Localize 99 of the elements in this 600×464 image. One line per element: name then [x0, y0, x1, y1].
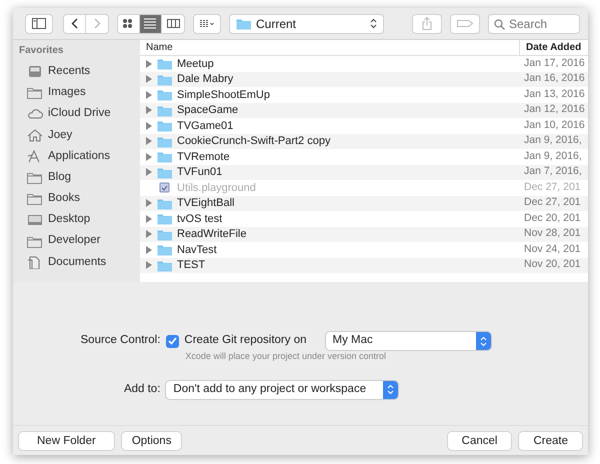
folder-icon [157, 166, 172, 179]
folder-icon [236, 17, 251, 30]
desktop-icon [27, 213, 43, 226]
updown-icon [370, 18, 377, 29]
caret-icon [210, 22, 214, 26]
date-cell-text: Jan 13, 2016 [523, 86, 586, 102]
column-header[interactable]: Date Added [520, 40, 588, 55]
file-name[interactable]: TVRemote [177, 148, 230, 165]
source-control-label: Source Control: [80, 333, 160, 348]
date-cell-text: Jan 16, 2016 [523, 71, 586, 86]
folder-icon [157, 119, 172, 132]
file-name[interactable]: NavTest [177, 242, 217, 258]
folder-icon [157, 72, 172, 86]
sidebar-item[interactable]: Applications [19, 146, 140, 167]
date-cell-text: Jan 17, 2016 [523, 56, 586, 71]
view-mode-button[interactable] [140, 14, 162, 32]
folder-icon [27, 234, 43, 248]
playground-file-icon [157, 181, 172, 194]
grid-icon [122, 18, 135, 29]
folder-icon [27, 171, 43, 184]
dialog-button[interactable]: Create [519, 432, 582, 450]
back-button[interactable] [64, 14, 86, 32]
file-name[interactable]: ReadWriteFile [177, 226, 246, 242]
add-to-label: Add to: [122, 382, 160, 397]
hint-text: Xcode will place your project under version control [184, 350, 388, 363]
search-icon [494, 18, 505, 30]
recents-icon [27, 65, 43, 78]
tag-icon [457, 19, 473, 28]
grid-icon [200, 18, 208, 29]
sidebar-toggle-button[interactable] [25, 14, 53, 34]
path-popup[interactable]: Current [229, 14, 384, 34]
cloud-icon [27, 107, 43, 120]
sidebar-heading: Favorites [19, 44, 64, 58]
sidebar-item[interactable]: Recents [19, 61, 140, 82]
sidebar-item[interactable]: iCloud Drive [19, 103, 140, 125]
date-cell-text: Jan 12, 2016 [523, 102, 586, 118]
date-cell-text: Jan 9, 2016, [523, 148, 583, 164]
checkbox[interactable] [166, 334, 180, 348]
view-mode-control[interactable] [117, 14, 185, 34]
folder-icon [157, 104, 172, 117]
folder-icon [27, 86, 43, 100]
sidebar-item[interactable]: Books [19, 188, 140, 210]
file-name[interactable]: TEST [177, 257, 206, 274]
sidebar-item[interactable]: Blog [19, 166, 140, 188]
sidebar-item[interactable]: Documents [19, 252, 140, 273]
sidebar-item[interactable]: Joey [19, 124, 140, 146]
date-cell-text: Jan 7, 2016, [523, 164, 583, 180]
search-field[interactable]: Search [488, 14, 580, 34]
folder-icon [27, 192, 43, 206]
date-cell-text: Jan 9, 2016, [523, 133, 583, 148]
folder-icon [157, 134, 172, 148]
file-name[interactable]: TVFun01 [177, 164, 222, 180]
file-name[interactable]: Dale Mabry [177, 71, 234, 88]
share-icon [422, 17, 432, 30]
sidebar-item[interactable]: Developer [19, 230, 140, 252]
view-mode-button[interactable] [118, 14, 140, 32]
add-to-popup[interactable]: Don't add to any project or workspace [166, 380, 398, 398]
date-cell-text: Dec 20, 201 [523, 210, 582, 226]
arrange-button[interactable] [193, 14, 221, 34]
sidebar-icon [32, 18, 46, 29]
location-popup[interactable]: My Mac [326, 332, 490, 350]
checkbox-label: Create Git repository on [184, 333, 306, 348]
chevron-left-icon [71, 18, 78, 29]
chevron-right-icon [94, 18, 100, 29]
sidebar-item[interactable]: Desktop [19, 209, 140, 230]
dialog-button[interactable]: Options [122, 432, 182, 450]
view-mode-button[interactable] [162, 14, 184, 32]
date-cell-text: Nov 24, 201 [523, 242, 582, 257]
file-name[interactable]: TVGame01 [177, 118, 234, 134]
folder-icon [157, 212, 172, 226]
file-name[interactable]: tvOS test [177, 210, 222, 227]
date-cell-text: Dec 27, 201 [523, 195, 582, 210]
sidebar-item[interactable]: Images [19, 82, 140, 104]
columns-icon [166, 18, 180, 29]
updown-icon [480, 336, 486, 346]
file-name[interactable]: TVEightBall [177, 195, 234, 212]
column-header[interactable]: Name [140, 40, 520, 55]
file-name[interactable]: SpaceGame [177, 102, 238, 118]
file-name[interactable]: SimpleShootEmUp [177, 86, 270, 103]
date-cell-text: Nov 28, 201 [523, 226, 582, 242]
folder-icon [157, 57, 172, 70]
dialog-button[interactable]: Cancel [448, 432, 512, 450]
date-cell-text: Jan 10, 2016 [523, 118, 586, 133]
date-cell-text: Nov 20, 201 [523, 257, 582, 272]
date-cell-text: Dec 27, 201 [523, 180, 582, 195]
dialog-button[interactable]: New Folder [19, 432, 114, 450]
list-icon [144, 18, 157, 29]
folder-icon [157, 258, 172, 272]
file-name[interactable]: CookieCrunch-Swift-Part2 copy [177, 133, 330, 150]
updown-icon [387, 384, 394, 395]
folder-icon [157, 228, 172, 241]
folder-icon [157, 150, 172, 164]
file-name[interactable]: Meetup [177, 56, 214, 72]
house-icon [27, 128, 43, 142]
folder-icon [157, 243, 172, 256]
folder-icon [157, 196, 172, 210]
path-label: Current [256, 16, 298, 32]
folder-icon [157, 88, 172, 102]
checkmark-icon [168, 337, 178, 345]
